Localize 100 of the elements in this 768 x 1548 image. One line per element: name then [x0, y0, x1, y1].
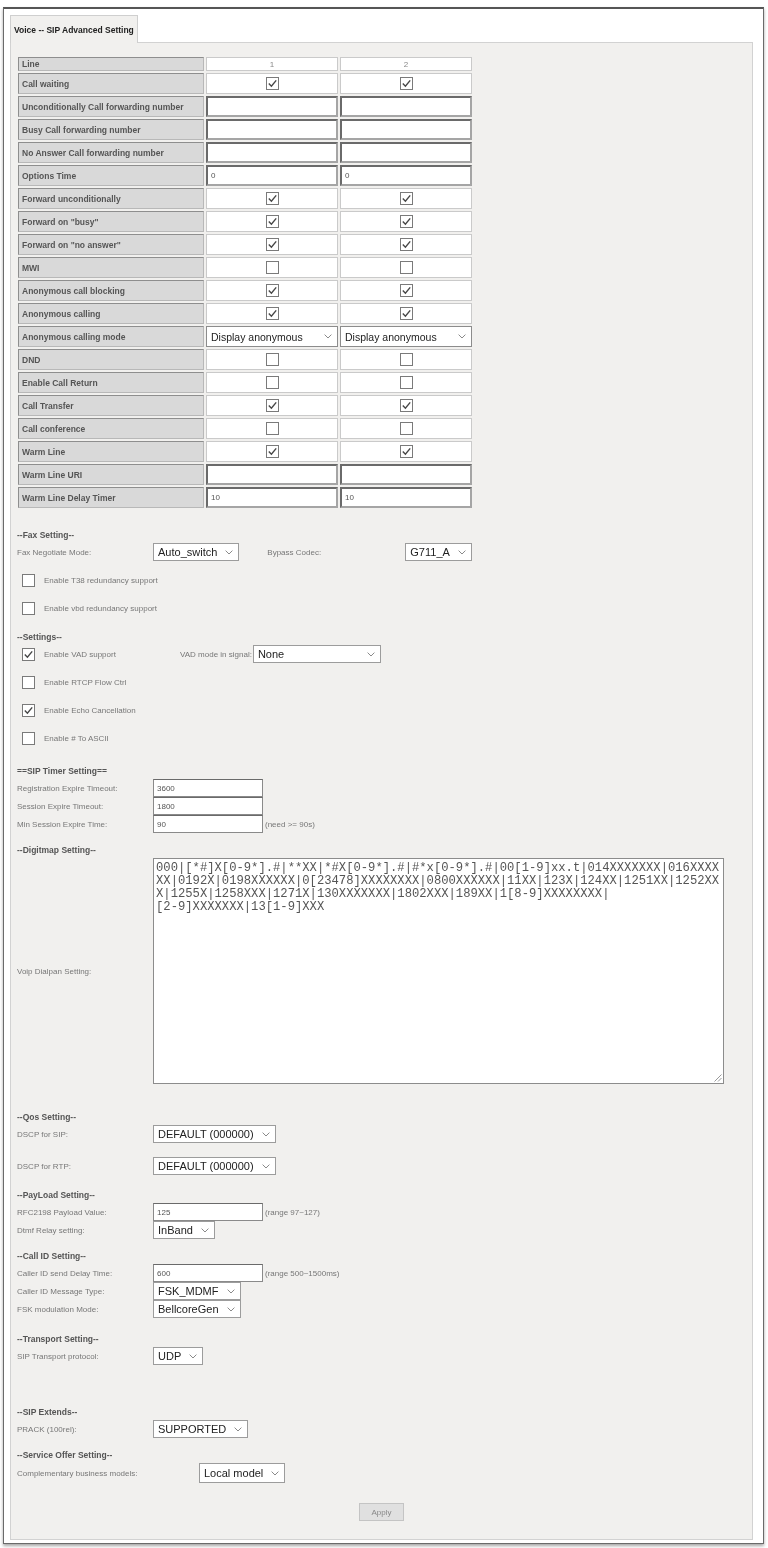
dropdown[interactable]: DEFAULT (000000) — [153, 1125, 276, 1143]
column-header: 1 — [206, 57, 338, 71]
text-field[interactable] — [206, 142, 338, 163]
checkbox[interactable] — [265, 307, 279, 320]
section-title: ==SIP Timer Setting== — [17, 765, 107, 777]
dropdown[interactable]: None — [252, 645, 381, 663]
checkbox[interactable] — [399, 284, 413, 297]
dropdown[interactable]: InBand — [153, 1221, 215, 1239]
chevron-down-icon — [225, 549, 234, 555]
dropdown[interactable]: Display anonymous — [340, 326, 472, 347]
checkbox[interactable] — [399, 215, 413, 228]
text-field[interactable]: 0 — [206, 165, 338, 186]
chevron-down-icon — [261, 1131, 270, 1137]
text-field[interactable]: 600 — [153, 1264, 263, 1282]
text-field[interactable] — [206, 96, 338, 117]
checkbox[interactable] — [399, 77, 413, 90]
checkbox-label: Enable Echo Cancellation — [44, 705, 137, 715]
row-header: Unconditionally Call forwarding number — [18, 96, 204, 117]
dropdown[interactable]: G711_A — [405, 543, 472, 561]
checkbox[interactable] — [265, 261, 279, 274]
checkbox[interactable] — [22, 675, 35, 689]
field-label: Complementary business models: — [17, 1468, 139, 1478]
checkbox[interactable] — [399, 399, 413, 412]
dropdown[interactable]: Display anonymous — [206, 326, 338, 347]
row-header: Call Transfer — [18, 395, 204, 416]
section-title: --Transport Setting-- — [17, 1333, 99, 1345]
checkbox[interactable] — [399, 353, 413, 366]
hint-text: (need >= 90s) — [265, 819, 315, 829]
hint-text: (range 500~1500ms) — [265, 1268, 340, 1278]
text-field[interactable] — [340, 464, 472, 485]
checkbox[interactable] — [399, 307, 413, 320]
field-label: FSK modulation Mode: — [17, 1304, 100, 1314]
checkbox-label: Enable vbd redundancy support — [44, 603, 158, 613]
dropdown[interactable]: UDP — [153, 1347, 204, 1365]
text-field[interactable] — [340, 142, 472, 163]
checkbox[interactable] — [399, 238, 413, 251]
checkbox[interactable] — [265, 399, 279, 412]
row-header: Anonymous calling mode — [18, 326, 204, 347]
checkbox[interactable] — [22, 601, 35, 615]
checkbox[interactable] — [265, 445, 279, 458]
text-field[interactable] — [340, 119, 472, 140]
checkbox[interactable] — [22, 703, 35, 717]
text-area[interactable]: 000|[*#]X[0-9*].#|**XX|*#X[0-9*].#|#*x[0-9*].#|00[1-9]xx.t|014XXXXXXX|016XXXXXX|0192X|0198XXXXXX|0[23478]XXXXXXXX|0800XXXXXX|11XX|123X|124XX|1251XX|1252XXX|1255X|1258XXX|1271X|130XXXXXXX|1802XXX|189XX|1[8-9]XXXXXXXX| [2-9]XXXXXXX|13[1-9]XXX — [153, 858, 724, 1084]
dropdown[interactable]: Auto_switch — [153, 543, 240, 561]
checkbox[interactable] — [265, 192, 279, 205]
text-field[interactable] — [206, 464, 338, 485]
field-label: Registration Expire Timeout: — [17, 783, 119, 793]
chevron-down-icon — [324, 334, 332, 339]
checkbox[interactable] — [399, 422, 413, 435]
dropdown[interactable]: DEFAULT (000000) — [153, 1157, 276, 1175]
text-field[interactable]: 0 — [340, 165, 472, 186]
checkbox-label: Enable RTCP Flow Ctrl — [44, 677, 128, 687]
chevron-down-icon — [226, 1306, 235, 1312]
checkbox[interactable] — [399, 445, 413, 458]
field-label: Dtmf Relay setting: — [17, 1225, 86, 1235]
text-field[interactable] — [206, 119, 338, 140]
field-label: Session Expire Timeout: — [17, 801, 105, 811]
checkbox[interactable] — [265, 353, 279, 366]
row-header: MWI — [18, 257, 204, 278]
checkbox[interactable] — [265, 215, 279, 228]
row-header: Forward on "no answer" — [18, 234, 204, 255]
checkbox[interactable] — [265, 284, 279, 297]
row-header: Call conference — [18, 418, 204, 439]
checkbox[interactable] — [22, 647, 35, 661]
dropdown[interactable]: Local model — [199, 1463, 286, 1483]
text-field[interactable]: 10 — [206, 487, 338, 508]
checkbox[interactable] — [22, 573, 35, 587]
resize-grip-icon[interactable] — [713, 1073, 722, 1082]
checkbox[interactable] — [265, 376, 279, 389]
row-header: Anonymous calling — [18, 303, 204, 324]
text-field[interactable]: 125 — [153, 1203, 263, 1221]
checkbox[interactable] — [399, 192, 413, 205]
checkbox[interactable] — [265, 238, 279, 251]
field-label: Caller ID send Delay Time: — [17, 1268, 114, 1278]
checkbox[interactable] — [399, 261, 413, 274]
checkbox[interactable] — [265, 422, 279, 435]
field-label: PRACK (100rel): — [17, 1424, 78, 1434]
text-field[interactable]: 3600 — [153, 779, 263, 797]
row-header: Call waiting — [18, 73, 204, 94]
text-field[interactable]: 1800 — [153, 797, 263, 815]
checkbox[interactable] — [265, 77, 279, 90]
chevron-down-icon — [458, 334, 466, 339]
row-header: Options Time — [18, 165, 204, 186]
field-label: Min Session Expire Time: — [17, 819, 109, 829]
field-label: SIP Transport protocol: — [17, 1351, 100, 1361]
checkbox[interactable] — [399, 376, 413, 389]
chevron-down-icon — [200, 1227, 209, 1233]
chevron-down-icon — [189, 1353, 198, 1359]
dropdown[interactable]: BellcoreGen — [153, 1300, 241, 1318]
dropdown[interactable]: SUPPORTED — [153, 1420, 249, 1438]
text-field[interactable]: 90 — [153, 815, 263, 833]
row-header: Anonymous call blocking — [18, 280, 204, 301]
text-field[interactable] — [340, 96, 472, 117]
dropdown[interactable]: FSK_MDMF — [153, 1282, 241, 1300]
section-title: --Call ID Setting-- — [17, 1250, 86, 1262]
row-header: Forward on "busy" — [18, 211, 204, 232]
text-field[interactable]: 10 — [340, 487, 472, 508]
tab[interactable]: Voice -- SIP Advanced Setting — [10, 15, 138, 43]
checkbox[interactable] — [22, 731, 35, 745]
checkbox-label: Enable VAD support — [44, 649, 117, 659]
